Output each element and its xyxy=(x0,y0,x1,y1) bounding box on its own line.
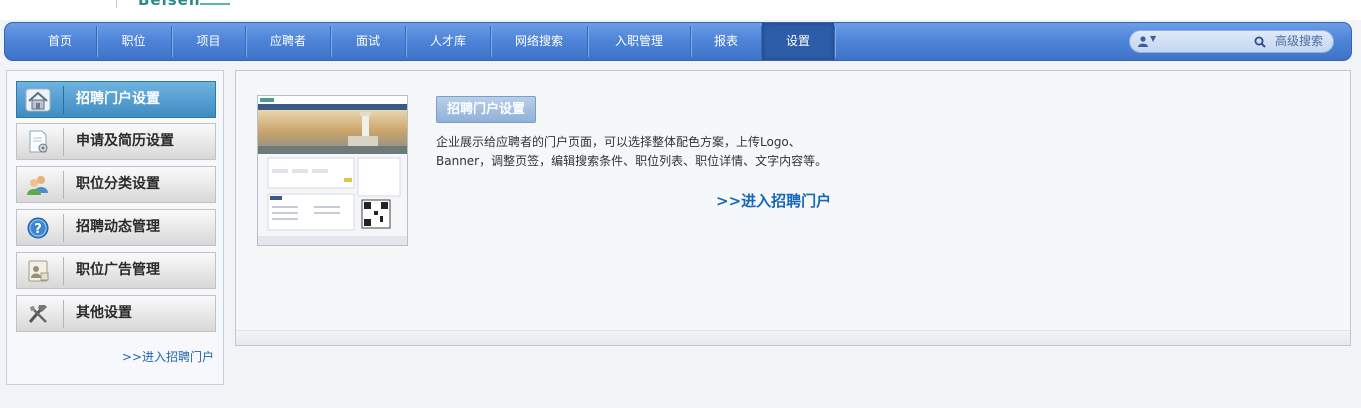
sidebar-item-label: 其他设置 xyxy=(76,305,132,321)
sidebar-item-label: 招聘门户设置 xyxy=(76,91,160,107)
nav-reports[interactable]: 报表 xyxy=(691,23,761,60)
logo: Beisen xyxy=(138,0,201,9)
nav-applicants[interactable]: 应聘者 xyxy=(246,23,330,60)
sidebar-divider xyxy=(63,214,64,242)
search-input[interactable] xyxy=(1164,34,1252,51)
svg-text:?: ? xyxy=(34,222,42,237)
top-header: Beisen xyxy=(0,0,1361,20)
search-box: ▼ 高级搜索 xyxy=(1129,30,1334,53)
nav-home[interactable]: 首页 xyxy=(25,23,95,60)
settings-sidebar: 招聘门户设置 申请及简历设置 职位分类设置 ? 招聘动态管理 职位广告管理 其他… xyxy=(6,70,224,385)
feature-description-line: 企业展示给应聘者的门户页面，可以选择整体配色方案，上传Logo、 xyxy=(436,135,801,149)
content-panel: 招聘门户设置 企业展示给应聘者的门户页面，可以选择整体配色方案，上传Logo、 … xyxy=(235,70,1351,346)
nav-settings[interactable]: 设置 xyxy=(762,23,834,60)
sidebar-item-recruit-news[interactable]: ? 招聘动态管理 xyxy=(16,209,216,246)
caret-down-icon[interactable]: ▼ xyxy=(1150,34,1156,43)
logo-accent xyxy=(200,3,230,5)
help-icon: ? xyxy=(27,217,49,239)
sidebar-divider xyxy=(63,86,64,114)
id-card-icon xyxy=(28,260,49,282)
tools-icon xyxy=(28,305,47,323)
sidebar-item-portal-settings[interactable]: 招聘门户设置 xyxy=(16,81,216,118)
nav-interview[interactable]: 面试 xyxy=(331,23,405,60)
sidebar-item-position-category[interactable]: 职位分类设置 xyxy=(16,166,216,203)
nav-onboarding[interactable]: 入职管理 xyxy=(588,23,690,60)
sidebar-item-application-resume[interactable]: 申请及简历设置 xyxy=(16,123,216,160)
panel-footer xyxy=(236,330,1350,345)
search-icon[interactable] xyxy=(1254,36,1266,48)
main-nav: 首页 职位 项目 应聘者 面试 人才库 网络搜索 入职管理 报表 设置 ▼ 高级… xyxy=(4,22,1352,61)
nav-talent-pool[interactable]: 人才库 xyxy=(406,23,490,60)
advanced-search-link[interactable]: 高级搜索 xyxy=(1275,31,1323,52)
sidebar-divider xyxy=(63,171,64,199)
sidebar-item-label: 招聘动态管理 xyxy=(76,219,160,235)
feature-description: 企业展示给应聘者的门户页面，可以选择整体配色方案，上传Logo、 Banner，… xyxy=(436,133,836,171)
feature-description-line: Banner，调整页签，编辑搜索条件、职位列表、职位详情、文字内容等。 xyxy=(436,154,828,168)
portal-preview-thumbnail[interactable] xyxy=(257,95,408,246)
portal-preview-image xyxy=(258,96,407,245)
sidebar-divider xyxy=(63,257,64,285)
nav-separator xyxy=(834,26,835,57)
users-icon xyxy=(27,176,48,195)
sidebar-item-label: 职位广告管理 xyxy=(76,262,160,278)
user-icon[interactable] xyxy=(1138,36,1148,47)
sidebar-item-other-settings[interactable]: 其他设置 xyxy=(16,295,216,332)
home-icon xyxy=(25,88,51,112)
feature-title: 招聘门户设置 xyxy=(436,96,537,123)
header-divider xyxy=(116,0,117,8)
nav-web-search[interactable]: 网络搜索 xyxy=(491,23,587,60)
sidebar-item-label: 职位分类设置 xyxy=(76,176,160,192)
document-gear-icon xyxy=(29,130,48,153)
sidebar-divider xyxy=(63,300,64,328)
enter-portal-link[interactable]: >>进入招聘门户 xyxy=(716,190,831,211)
nav-projects[interactable]: 项目 xyxy=(172,23,245,60)
sidebar-item-label: 申请及简历设置 xyxy=(76,133,174,149)
nav-positions[interactable]: 职位 xyxy=(97,23,170,60)
sidebar-divider xyxy=(63,128,64,156)
enter-portal-link-sidebar[interactable]: >>进入招聘门户 xyxy=(122,348,214,365)
sidebar-item-job-ads[interactable]: 职位广告管理 xyxy=(16,252,216,289)
